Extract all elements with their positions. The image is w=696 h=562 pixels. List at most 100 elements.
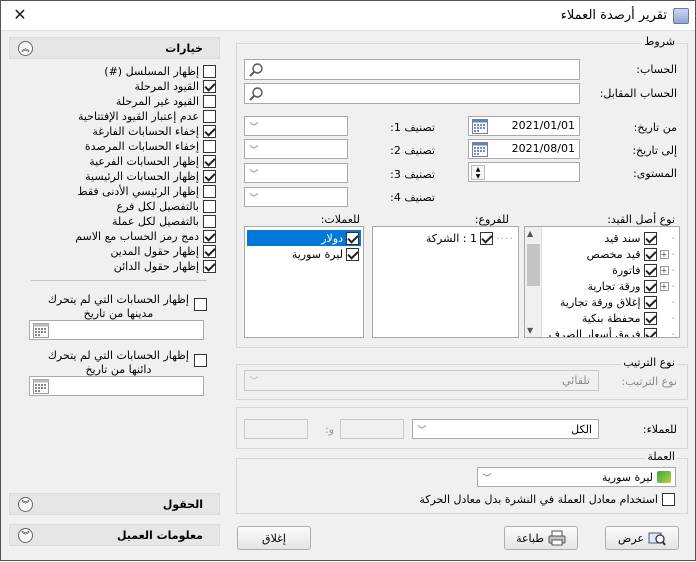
collapse-up-icon[interactable]: ︽ — [18, 41, 33, 56]
currency-item[interactable]: دولار — [247, 230, 361, 246]
chevron-down-icon[interactable]: ﹀ — [245, 140, 263, 158]
origin-type-item[interactable]: · إغلاق ورقة تجارية — [560, 294, 675, 310]
origin-type-checkbox[interactable] — [643, 247, 657, 261]
origin-type-item[interactable]: · + ورقة تجارية — [587, 278, 675, 294]
search-icon[interactable] — [248, 86, 264, 102]
origin-type-checkbox[interactable] — [643, 231, 657, 245]
option-item[interactable]: إخفاء الحسابات المرصدة — [85, 139, 216, 154]
origin-type-checkbox[interactable] — [643, 279, 657, 293]
calendar-icon[interactable] — [33, 379, 49, 394]
currency-select[interactable]: ﹀ ليرة سورية — [477, 467, 676, 487]
chevron-down-icon[interactable]: ﹀ — [413, 420, 431, 438]
origin-type-checkbox[interactable] — [643, 295, 657, 309]
option-checkbox[interactable] — [203, 65, 216, 78]
from-date-input[interactable]: 2021/01/01 — [468, 116, 580, 136]
option-item[interactable]: إظهار حقول المدين — [110, 244, 216, 259]
branches-list[interactable]: ···· 1 : الشركة — [372, 226, 519, 338]
scroll-thumb[interactable] — [527, 244, 540, 286]
currency-item[interactable]: ليرة سورية — [247, 246, 361, 262]
origin-type-item[interactable]: · محفظة بنكية — [582, 310, 675, 326]
chevron-down-icon[interactable]: ﹀ — [245, 117, 263, 135]
origin-type-checkbox[interactable] — [643, 263, 657, 277]
origin-type-item[interactable]: · + فاتورة — [612, 262, 675, 278]
origin-type-checkbox[interactable] — [643, 327, 657, 337]
currency-checkbox[interactable] — [346, 231, 359, 245]
use-rate-option[interactable]: استخدام معادل العملة في النشرة بدل معادل… — [419, 492, 675, 507]
options-header[interactable]: ︽ خيارات — [9, 37, 220, 59]
credit-no-move-checkbox[interactable] — [194, 353, 207, 367]
level-stepper[interactable]: ▲ ▼ — [468, 162, 580, 182]
option-checkbox[interactable] — [203, 185, 216, 198]
option-checkbox[interactable] — [203, 80, 216, 93]
stepper-arrows-icon[interactable]: ▲ ▼ — [471, 165, 485, 180]
expand-plus-icon[interactable]: + — [659, 265, 669, 275]
calendar-icon[interactable] — [472, 142, 488, 157]
option-item[interactable]: إظهار الحسابات الفرعية — [89, 154, 216, 169]
calendar-icon[interactable] — [472, 119, 488, 134]
scroll-up-icon[interactable]: ▲ — [527, 229, 533, 238]
debit-no-move-option[interactable]: إظهار الحسابات التي لم يتحرك مدينها من ت… — [29, 293, 209, 323]
counter-account-input[interactable] — [244, 83, 580, 104]
chevron-down-icon[interactable]: ﹀ — [245, 371, 263, 390]
close-icon[interactable]: ✕ — [9, 5, 31, 25]
option-checkbox[interactable] — [203, 230, 216, 243]
option-checkbox[interactable] — [203, 140, 216, 153]
option-checkbox[interactable] — [203, 110, 216, 123]
option-item[interactable]: إخفاء الحسابات الفارغة — [92, 124, 216, 139]
vertical-scrollbar[interactable]: ▲ ▼ — [525, 227, 542, 337]
fields-header[interactable]: ︾ الحقول — [9, 493, 220, 515]
debit-no-move-date[interactable] — [29, 320, 204, 340]
option-item[interactable]: إظهار الحسابات الرئيسية — [85, 169, 216, 184]
customers-to-input[interactable] — [244, 419, 308, 439]
customers-from-input[interactable] — [340, 419, 404, 439]
class1-select[interactable]: ﹀ — [244, 116, 348, 136]
origin-type-item[interactable]: · فروق أسعار الصرف — [549, 326, 675, 337]
class3-select[interactable]: ﹀ — [244, 163, 348, 183]
search-icon[interactable] — [248, 62, 264, 78]
origin-type-item[interactable]: · سند قيد — [604, 230, 675, 246]
close-button[interactable]: إغلاق — [237, 526, 311, 550]
option-checkbox[interactable] — [203, 260, 216, 273]
use-rate-checkbox[interactable] — [662, 493, 675, 506]
credit-no-move-option[interactable]: إظهار الحسابات التي لم يتحرك دائنها من ت… — [29, 349, 209, 379]
option-item[interactable]: إظهار حقول الدائن — [114, 259, 216, 274]
option-item[interactable]: دمج رمز الحساب مع الاسم — [75, 229, 216, 244]
expand-plus-icon[interactable]: + — [659, 281, 669, 291]
credit-no-move-date[interactable] — [29, 376, 204, 396]
class4-select[interactable]: ﹀ — [244, 187, 348, 207]
debit-no-move-checkbox[interactable] — [194, 297, 207, 311]
expand-plus-icon[interactable]: + — [659, 249, 669, 259]
option-item[interactable]: بالتفصيل لكل عملة — [112, 214, 216, 229]
origin-type-item[interactable]: · + قيد مخصص — [587, 246, 675, 262]
chevron-down-icon[interactable]: ﹀ — [245, 164, 263, 182]
account-input[interactable] — [244, 59, 580, 80]
expand-down-icon[interactable]: ︾ — [18, 497, 33, 512]
customers-select[interactable]: ﹀ الكل — [412, 419, 599, 439]
option-item[interactable]: القيود المرحلة — [134, 79, 216, 94]
option-item[interactable]: إظهار المسلسل (#) — [104, 64, 216, 79]
option-checkbox[interactable] — [203, 155, 216, 168]
branch-item[interactable]: ···· 1 : الشركة — [426, 230, 514, 246]
sorting-select[interactable]: ﹀ تلقائي — [244, 370, 599, 391]
option-item[interactable]: إظهار الرئيسي الأدنى فقط — [77, 184, 216, 199]
show-button[interactable]: عرض — [605, 526, 679, 550]
option-item[interactable]: عدم إعتبار القيود الإفتتاحية — [78, 109, 216, 124]
option-checkbox[interactable] — [203, 95, 216, 108]
origin-type-checkbox[interactable] — [643, 311, 657, 325]
option-checkbox[interactable] — [203, 215, 216, 228]
to-date-input[interactable]: 2021/08/01 — [468, 139, 580, 159]
branch-checkbox[interactable] — [480, 231, 493, 245]
customer-info-header[interactable]: ︾ معلومات العميل — [9, 524, 220, 546]
option-checkbox[interactable] — [203, 245, 216, 258]
option-item[interactable]: القيود غير المرحلة — [116, 94, 216, 109]
print-button[interactable]: طباعة — [504, 526, 578, 550]
option-checkbox[interactable] — [203, 125, 216, 138]
option-item[interactable]: بالتفصيل لكل فرع — [117, 199, 216, 214]
origin-type-list[interactable]: ▲ ▼ · سند قيد · + قيد مخصص · + فاتورة · + ورقة تجا… — [524, 226, 680, 338]
option-checkbox[interactable] — [203, 170, 216, 183]
option-checkbox[interactable] — [203, 200, 216, 213]
currencies-list[interactable]: دولار ليرة سورية — [244, 226, 364, 338]
expand-down-icon[interactable]: ︾ — [18, 528, 33, 543]
calendar-icon[interactable] — [33, 323, 49, 338]
chevron-down-icon[interactable]: ﹀ — [245, 188, 263, 206]
